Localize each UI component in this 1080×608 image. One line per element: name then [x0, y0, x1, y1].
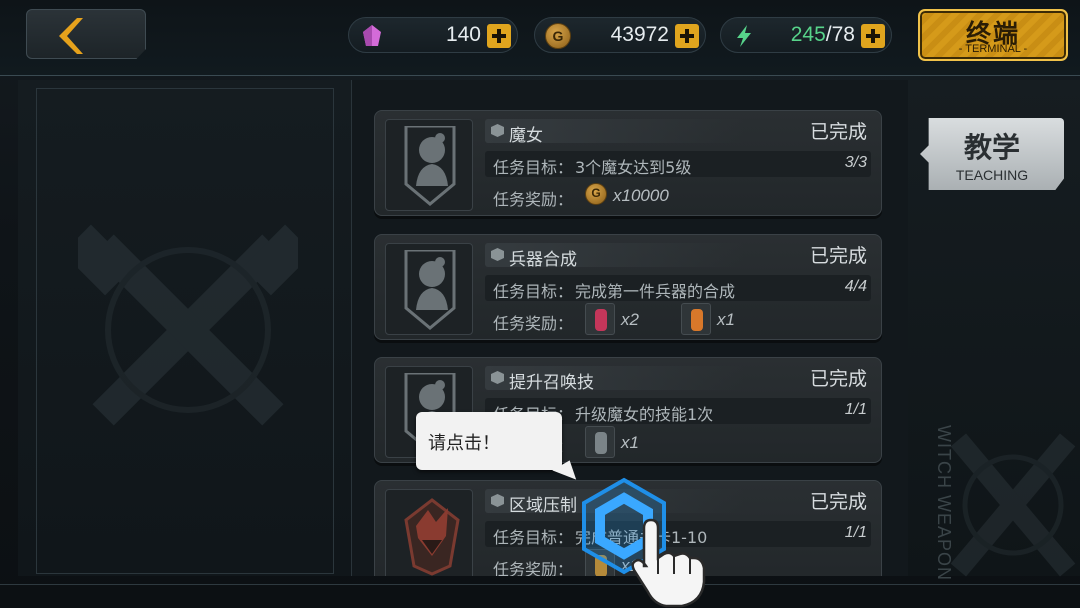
- task-progress: 3/3: [844, 154, 867, 171]
- task-name: 区域压制: [509, 496, 577, 516]
- reward-amount: x1: [717, 310, 735, 329]
- terminal-button[interactable]: 终端 - TERMINAL -: [918, 9, 1068, 61]
- cube-icon: [491, 371, 504, 384]
- reward-amount: x1: [621, 433, 639, 452]
- teaching-sublabel: TEACHING: [955, 167, 1029, 183]
- crossed-hammers-emblem-icon: [950, 433, 1076, 577]
- crystal-icon: [363, 25, 381, 46]
- item-icon: [585, 426, 615, 458]
- cube-icon: [491, 248, 504, 261]
- top-bar: 140 G 43972 245/78 终端 - TERMINAL -: [0, 0, 1080, 76]
- teaching-label: 教学: [963, 131, 1020, 164]
- task-reward-row: 任务奖励： G x10000: [485, 183, 871, 209]
- task-goal: 完成第一件兵器的合成: [575, 282, 736, 301]
- gold-coin-icon: G: [585, 183, 607, 205]
- reward-amount: x10000: [613, 186, 669, 205]
- chevron-left-icon: [59, 18, 83, 54]
- task-goal-row: 任务目标： 完成第一件兵器的合成 4/4: [485, 275, 871, 301]
- witch-silhouette-icon: [385, 243, 473, 335]
- witch-silhouette-icon: [385, 119, 473, 211]
- exp-potion-orange-icon: [681, 303, 711, 335]
- cube-icon: [491, 494, 504, 507]
- energy-counter: 245/78: [720, 17, 892, 53]
- add-energy-button[interactable]: [861, 24, 885, 48]
- tutorial-hint-bubble: 请点击！: [416, 412, 562, 470]
- bottom-bar: [0, 584, 1080, 608]
- gold-counter: G 43972: [534, 17, 706, 53]
- crystal-count: 140: [445, 23, 481, 46]
- task-progress: 4/4: [844, 278, 867, 295]
- task-goal-row: 任务目标： 3个魔女达到5级 3/3: [485, 151, 871, 177]
- exp-potion-red-icon: [585, 303, 615, 335]
- cube-icon: [491, 124, 504, 137]
- energy-count: 245/78: [790, 23, 855, 46]
- task-progress: 1/1: [844, 401, 867, 418]
- task-progress: 1/1: [844, 524, 867, 541]
- watermark-text: WITCH WEAPON: [934, 425, 954, 581]
- terminal-sublabel: - TERMINAL -: [958, 43, 1028, 55]
- gold-coin-icon: G: [545, 23, 571, 49]
- task-name: 魔女: [509, 126, 543, 146]
- crystal-counter: 140: [348, 17, 518, 53]
- task-status: 已完成: [809, 491, 867, 513]
- task-card[interactable]: 魔女 已完成 任务目标： 3个魔女达到5级 3/3 任务奖励： G x10000: [374, 110, 882, 216]
- character-panel: [18, 80, 352, 576]
- task-goal: 升级魔女的技能1次: [575, 405, 714, 424]
- task-status: 已完成: [809, 368, 867, 390]
- add-gold-button[interactable]: [675, 24, 699, 48]
- task-name: 提升召唤技: [509, 373, 594, 393]
- lightning-icon: [737, 25, 751, 47]
- task-status: 已完成: [809, 121, 867, 143]
- task-name: 兵器合成: [509, 250, 577, 270]
- task-goal: 3个魔女达到5级: [575, 158, 692, 177]
- task-status: 已完成: [809, 245, 867, 267]
- back-button[interactable]: [26, 9, 146, 59]
- task-reward-row: 任务奖励： x2 x1: [485, 303, 871, 335]
- reward-amount: x2: [621, 310, 639, 329]
- crossed-hammers-emblem-icon: [78, 224, 298, 426]
- pointing-hand-icon: [631, 518, 706, 608]
- task-card[interactable]: 兵器合成 已完成 任务目标： 完成第一件兵器的合成 4/4 任务奖励： x2 x…: [374, 234, 882, 340]
- gold-count: 43972: [610, 23, 669, 46]
- region-emblem-icon: [385, 489, 473, 576]
- add-crystal-button[interactable]: [487, 24, 511, 48]
- tutorial-hint-text: 请点击！: [428, 433, 500, 454]
- tab-teaching[interactable]: 教学 TEACHING: [920, 118, 1064, 190]
